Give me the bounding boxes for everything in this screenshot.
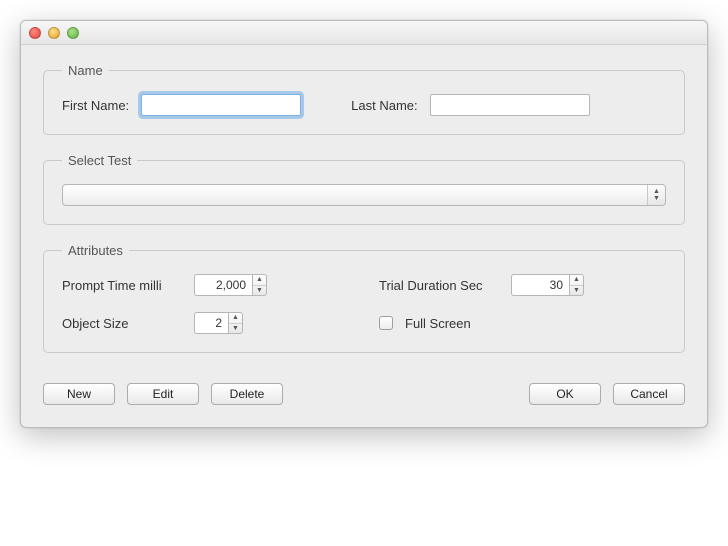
object-size-stepper[interactable]: 2 ▲ ▼ <box>194 312 243 334</box>
stepper-up-icon[interactable]: ▲ <box>229 313 242 324</box>
titlebar <box>21 21 707 45</box>
chevron-updown-icon: ▲▼ <box>647 185 665 205</box>
attributes-legend: Attributes <box>62 243 129 258</box>
select-test-legend: Select Test <box>62 153 137 168</box>
edit-button[interactable]: Edit <box>127 383 199 405</box>
attributes-group: Attributes Prompt Time milli 2,000 ▲ ▼ T… <box>43 243 685 353</box>
trial-duration-label: Trial Duration Sec <box>379 278 499 293</box>
trial-duration-value[interactable]: 30 <box>511 274 569 296</box>
prompt-time-stepper[interactable]: 2,000 ▲ ▼ <box>194 274 267 296</box>
minimize-icon[interactable] <box>48 27 60 39</box>
first-name-label: First Name: <box>62 98 129 113</box>
dialog-window: Name First Name: Last Name: Select Test … <box>20 20 708 428</box>
object-size-value[interactable]: 2 <box>194 312 228 334</box>
stepper-down-icon[interactable]: ▼ <box>253 286 266 296</box>
stepper-up-icon[interactable]: ▲ <box>253 275 266 286</box>
full-screen-label: Full Screen <box>405 316 471 331</box>
prompt-time-label: Prompt Time milli <box>62 278 182 293</box>
first-name-input[interactable] <box>141 94 301 116</box>
cancel-button[interactable]: Cancel <box>613 383 685 405</box>
close-icon[interactable] <box>29 27 41 39</box>
trial-duration-stepper[interactable]: 30 ▲ ▼ <box>511 274 584 296</box>
zoom-icon[interactable] <box>67 27 79 39</box>
prompt-time-value[interactable]: 2,000 <box>194 274 252 296</box>
object-size-label: Object Size <box>62 316 182 331</box>
stepper-down-icon[interactable]: ▼ <box>570 286 583 296</box>
select-test-group: Select Test ▲▼ <box>43 153 685 225</box>
stepper-up-icon[interactable]: ▲ <box>570 275 583 286</box>
delete-button[interactable]: Delete <box>211 383 283 405</box>
full-screen-checkbox[interactable] <box>379 316 393 330</box>
last-name-label: Last Name: <box>351 98 417 113</box>
stepper-down-icon[interactable]: ▼ <box>229 324 242 334</box>
select-test-dropdown[interactable]: ▲▼ <box>62 184 666 206</box>
dialog-content: Name First Name: Last Name: Select Test … <box>21 45 707 427</box>
button-row: New Edit Delete OK Cancel <box>43 383 685 405</box>
ok-button[interactable]: OK <box>529 383 601 405</box>
name-legend: Name <box>62 63 109 78</box>
name-group: Name First Name: Last Name: <box>43 63 685 135</box>
new-button[interactable]: New <box>43 383 115 405</box>
last-name-input[interactable] <box>430 94 590 116</box>
